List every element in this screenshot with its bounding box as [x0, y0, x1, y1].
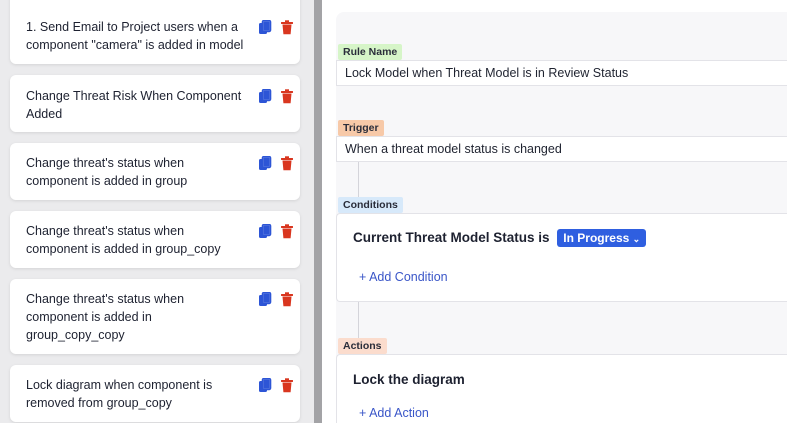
rule-card[interactable]: Change Threat Risk When Component Added	[10, 75, 300, 132]
trash-icon[interactable]	[280, 224, 294, 239]
condition-row: Current Threat Model Status is In Progre…	[353, 229, 647, 247]
copy-icon[interactable]	[258, 88, 272, 104]
actions-block: Lock the diagram + Add Action	[336, 354, 787, 423]
rule-card[interactable]: Change threat's status when component is…	[10, 279, 300, 354]
trigger-tag: Trigger	[338, 120, 384, 136]
trash-icon[interactable]	[280, 378, 294, 393]
rule-card[interactable]: 1. Send Email to Project users when a co…	[10, 0, 300, 64]
conditions-tag: Conditions	[338, 197, 403, 213]
pane-splitter[interactable]	[314, 0, 322, 423]
rule-label: Change threat's status when component is…	[26, 292, 185, 342]
trigger-field[interactable]: When a threat model status is changed	[336, 136, 787, 162]
rule-card[interactable]: Change threat's status when component is…	[10, 143, 300, 200]
status-value: In Progress	[563, 231, 630, 245]
status-dropdown[interactable]: In Progress ⌄	[557, 229, 647, 247]
rule-label: Lock diagram when component is removed f…	[26, 378, 213, 410]
rule-label: Change threat's status when component is…	[26, 224, 221, 256]
conditions-block: Current Threat Model Status is In Progre…	[336, 213, 787, 302]
actions-tag: Actions	[338, 338, 387, 354]
rule-name-field[interactable]: Lock Model when Threat Model is in Revie…	[336, 60, 787, 86]
add-action-link[interactable]: + Add Action	[359, 406, 429, 420]
trash-icon[interactable]	[280, 156, 294, 171]
chevron-down-icon: ⌄	[632, 234, 641, 244]
trash-icon[interactable]	[280, 89, 294, 104]
rule-card[interactable]: Change threat's status when component is…	[10, 211, 300, 268]
flow-connector	[358, 302, 359, 338]
rule-list: 1. Send Email to Project users when a co…	[0, 0, 314, 423]
copy-icon[interactable]	[258, 377, 272, 393]
action-text: Lock the diagram	[353, 372, 465, 387]
trash-icon[interactable]	[280, 292, 294, 307]
editor-panel: Rule Name Lock Model when Threat Model i…	[336, 12, 787, 423]
rule-label: 1. Send Email to Project users when a co…	[26, 20, 244, 52]
flow-connector	[358, 162, 359, 198]
trash-icon[interactable]	[280, 20, 294, 35]
copy-icon[interactable]	[258, 291, 272, 307]
rule-name-tag: Rule Name	[338, 44, 403, 60]
rule-card[interactable]: Lock diagram when component is removed f…	[10, 365, 300, 422]
rule-editor: Rule Name Lock Model when Threat Model i…	[322, 0, 787, 423]
copy-icon[interactable]	[258, 19, 272, 35]
copy-icon[interactable]	[258, 155, 272, 171]
rule-label: Change threat's status when component is…	[26, 156, 188, 188]
condition-text: Current Threat Model Status is	[353, 230, 550, 245]
copy-icon[interactable]	[258, 223, 272, 239]
add-condition-link[interactable]: + Add Condition	[359, 270, 448, 284]
rule-label: Change Threat Risk When Component Added	[26, 89, 242, 121]
